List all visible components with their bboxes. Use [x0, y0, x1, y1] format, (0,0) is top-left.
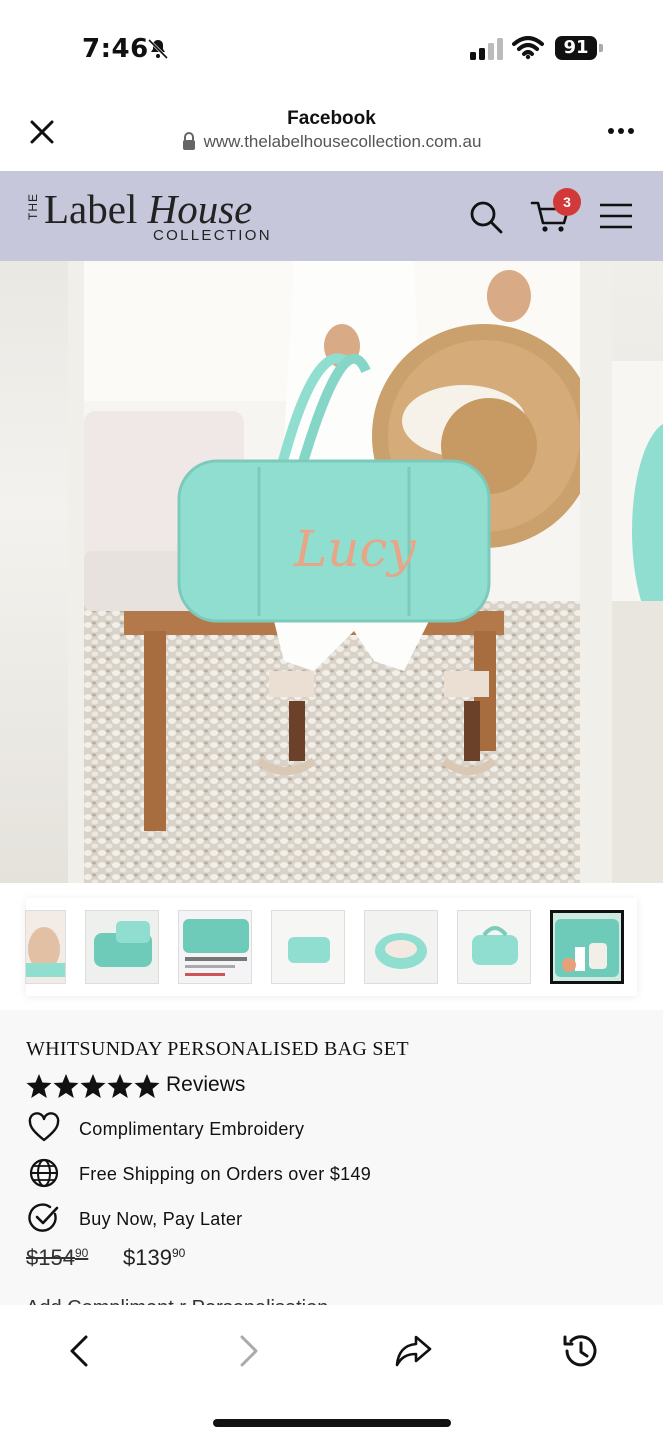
lock-icon [182, 132, 195, 150]
thumbnail-strip [25, 898, 637, 996]
next-image-peek[interactable] [612, 261, 663, 883]
thumbnail[interactable] [271, 910, 345, 984]
check-circle-icon [28, 1203, 59, 1232]
back-icon[interactable] [64, 1333, 96, 1369]
thumbnail[interactable] [85, 910, 159, 984]
browser-title: Facebook [287, 108, 376, 129]
battery-level: 91 [555, 36, 597, 60]
star-icon [53, 1074, 79, 1098]
rating-stars[interactable] [26, 1072, 160, 1100]
feature-label: Buy Now, Pay Later [79, 1209, 243, 1229]
heart-icon [28, 1112, 60, 1142]
feature-label: Free Shipping on Orders over $149 [79, 1164, 372, 1184]
star-icon [107, 1074, 133, 1098]
browser-toolbar [0, 1305, 663, 1440]
wifi-icon [512, 36, 544, 60]
product-title: WHITSUNDAY PERSONALISED BAG SET [26, 1038, 409, 1060]
logo-collection: COLLECTION [153, 227, 272, 244]
product-info: WHITSUNDAY PERSONALISED BAG SET Reviews … [0, 1010, 663, 1307]
forward-icon[interactable] [232, 1333, 264, 1369]
url-bar[interactable]: www.thelabelhousecollection.com.au [0, 132, 663, 152]
star-icon [26, 1074, 52, 1098]
status-time: 7:46 [82, 34, 149, 64]
logo-wordmark: Label House [44, 186, 253, 232]
price-original: $15490 [26, 1245, 89, 1270]
home-indicator[interactable] [213, 1419, 451, 1427]
star-icon [134, 1074, 160, 1098]
more-icon[interactable] [606, 126, 636, 136]
thumbnail-active[interactable] [550, 910, 624, 984]
logo-the: THE [26, 193, 40, 220]
thumbnail[interactable] [364, 910, 438, 984]
search-icon[interactable] [468, 199, 504, 235]
url-text: www.thelabelhousecollection.com.au [203, 132, 482, 151]
menu-icon[interactable] [598, 202, 634, 230]
share-icon[interactable] [394, 1331, 434, 1371]
cart-count-badge: 3 [553, 188, 581, 216]
star-icon [80, 1074, 106, 1098]
thumbnail[interactable] [178, 910, 252, 984]
product-gallery[interactable]: Lucy [0, 261, 663, 883]
thumbnail[interactable] [25, 910, 66, 984]
site-logo[interactable]: THE Label House COLLECTION [26, 185, 276, 249]
feature-label: Complimentary Embroidery [79, 1119, 305, 1139]
battery-icon: 91 [555, 36, 603, 60]
status-bar: 7:46 91 [0, 0, 663, 96]
prev-image-peek[interactable] [0, 261, 68, 883]
thumbnail[interactable] [457, 910, 531, 984]
price-sale: $13990 [123, 1245, 186, 1270]
signal-icon [470, 38, 503, 60]
bell-slash-icon [147, 38, 169, 60]
product-main-image[interactable]: Lucy [84, 261, 580, 883]
history-icon[interactable] [560, 1331, 600, 1371]
reviews-link[interactable]: Reviews [166, 1073, 245, 1097]
bag-embroidery-text: Lucy [293, 520, 416, 578]
browser-header: Facebook www.thelabelhousecollection.com… [0, 96, 663, 171]
globe-icon [29, 1158, 59, 1188]
site-nav: THE Label House COLLECTION [0, 171, 663, 261]
